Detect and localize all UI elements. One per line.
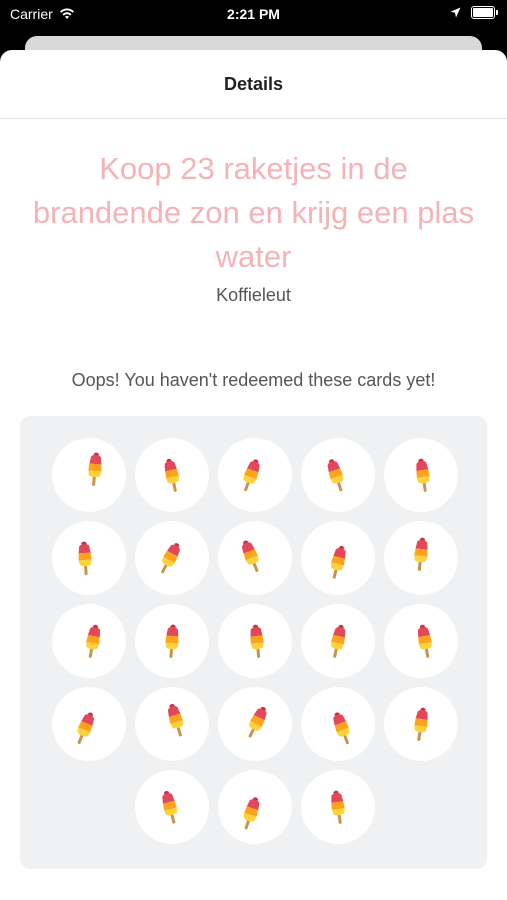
popsicle-icon xyxy=(416,458,430,492)
popsicle-icon xyxy=(243,459,260,492)
popsicle-icon xyxy=(162,790,178,824)
popsicle-icon xyxy=(243,797,260,830)
redeem-message: Oops! You haven't redeemed these cards y… xyxy=(71,370,436,390)
popsicle-icon xyxy=(327,459,344,492)
status-bar: Carrier 2:21 PM xyxy=(0,0,507,30)
stamp-slot xyxy=(218,438,292,512)
popsicle-icon xyxy=(248,706,267,738)
popsicle-icon xyxy=(86,624,101,658)
popsicle-icon xyxy=(331,624,346,658)
stamp-card xyxy=(20,416,487,869)
stamp-slot xyxy=(52,521,126,595)
stamp-slot xyxy=(384,604,458,678)
stamp-slot xyxy=(301,438,375,512)
nav-title: Details xyxy=(223,73,284,94)
details-sheet: Details Koop 23 raketjes in de brandende… xyxy=(0,50,507,900)
popsicle-icon xyxy=(414,707,428,741)
stamp-slot xyxy=(384,521,458,595)
popsicle-icon xyxy=(250,624,264,658)
stamp-slot xyxy=(52,604,126,678)
popsicle-icon xyxy=(241,540,259,572)
popsicle-icon xyxy=(167,704,184,737)
popsicle-icon xyxy=(77,712,95,744)
stamp-slot xyxy=(218,521,292,595)
stamp-slot xyxy=(135,687,209,761)
status-time: 2:21 PM xyxy=(227,6,280,22)
stamp-slot xyxy=(384,687,458,761)
popsicle-icon xyxy=(330,545,346,579)
popsicle-icon xyxy=(333,712,350,745)
popsicle-icon xyxy=(165,624,179,658)
stamp-slot xyxy=(135,604,209,678)
stamp-slot xyxy=(301,604,375,678)
stamp-slot xyxy=(135,438,209,512)
stamp-slot xyxy=(135,521,209,595)
stamp-slot xyxy=(218,604,292,678)
stamp-slot xyxy=(384,438,458,512)
popsicle-icon xyxy=(161,543,181,574)
stamp-slot xyxy=(301,687,375,761)
stamp-slot xyxy=(218,687,292,761)
stamp-slot xyxy=(301,770,375,844)
shop-name: Koffieleut xyxy=(216,285,291,305)
popsicle-icon xyxy=(414,537,428,571)
location-icon xyxy=(450,7,461,18)
stamp-slot xyxy=(135,770,209,844)
status-right xyxy=(450,6,498,19)
popsicle-icon xyxy=(164,458,179,492)
stamp-slot xyxy=(218,770,292,844)
stamp-slot xyxy=(301,521,375,595)
popsicle-icon xyxy=(78,541,92,575)
popsicle-icon xyxy=(417,624,432,658)
popsicle-icon xyxy=(331,790,345,824)
stamp-slot xyxy=(52,438,126,512)
card-title: Koop 23 raketjes in de brandende zon en … xyxy=(32,151,475,274)
battery-icon xyxy=(471,6,498,19)
nav-bar: Details xyxy=(0,50,507,119)
popsicle-icon xyxy=(88,452,102,486)
stamp-slot xyxy=(52,687,126,761)
stamp-grid xyxy=(50,438,460,844)
